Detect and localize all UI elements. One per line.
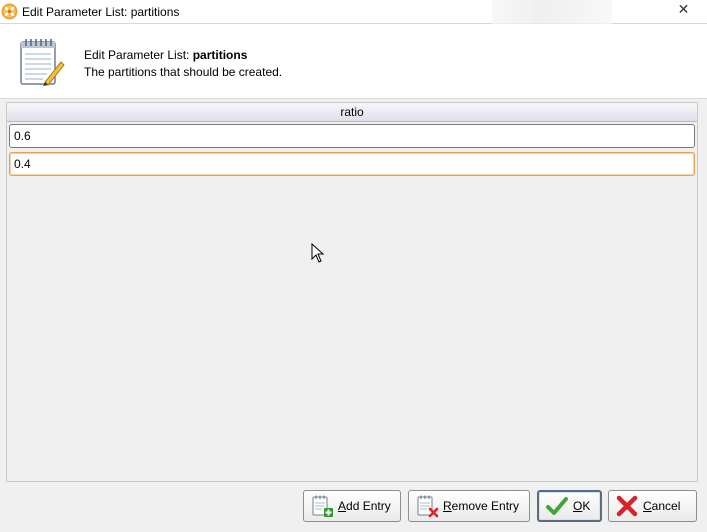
- table-row-selected[interactable]: 0.4: [9, 152, 695, 176]
- notepad-plus-icon: [312, 495, 333, 517]
- parameter-description: The partitions that should be created.: [84, 65, 283, 79]
- close-icon: ✕: [677, 0, 690, 17]
- ok-button[interactable]: OK: [537, 490, 602, 522]
- dialog-header: Edit Parameter List: partitions The part…: [0, 24, 707, 99]
- cancel-label: Cancel: [643, 499, 681, 513]
- ok-label: OK: [573, 499, 591, 513]
- column-header-ratio[interactable]: ratio: [7, 103, 697, 122]
- header-title-prefix: Edit Parameter List:: [84, 48, 193, 62]
- notepad-pencil-icon: [20, 39, 65, 86]
- remove-entry-label: Remove Entry: [443, 499, 520, 513]
- notepad-x-icon: [417, 495, 439, 518]
- dialog-bottom-edge: [0, 528, 707, 532]
- header-title: Edit Parameter List: partitions: [84, 48, 247, 62]
- remove-entry-button[interactable]: Remove Entry: [408, 490, 530, 522]
- background-window-ghost: [492, 0, 612, 24]
- red-x-icon: [616, 495, 638, 517]
- parameter-name: partitions: [192, 48, 248, 62]
- cancel-button[interactable]: Cancel: [608, 490, 697, 522]
- checkmark-icon: [546, 497, 568, 515]
- add-entry-button[interactable]: Add Entry: [303, 490, 401, 522]
- add-entry-label: Add Entry: [338, 499, 391, 513]
- table-row[interactable]: 0.6: [9, 124, 695, 148]
- parameter-table[interactable]: ratio 0.6 0.4: [6, 102, 698, 482]
- close-button[interactable]: ✕: [661, 0, 706, 18]
- mouse-cursor-icon: [311, 243, 325, 263]
- window-title: Edit Parameter List: partitions: [22, 5, 180, 19]
- app-logo-icon: [1, 3, 18, 20]
- title-bar: Edit Parameter List: partitions ✕: [0, 0, 707, 24]
